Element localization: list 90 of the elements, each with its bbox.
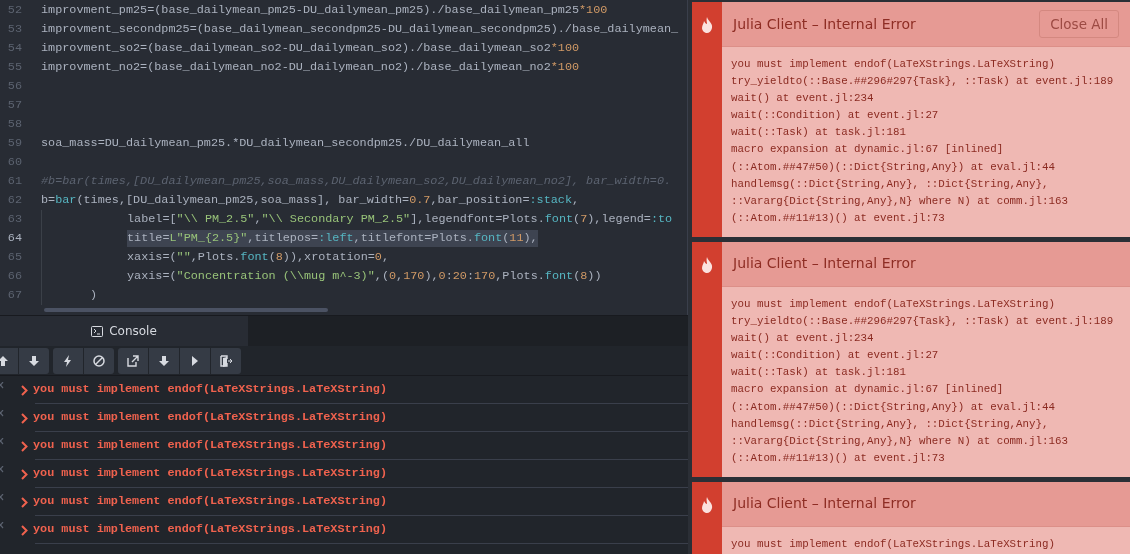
toolbar-button[interactable] [53,348,83,374]
chevron-icon [21,412,28,424]
line-number: 61 [6,172,22,190]
line-number: 53 [6,20,22,38]
error-message: you must implement endof(LaTeXStrings.LaTeXString) [33,521,387,539]
code-line: improvment_pm25=(base_dailymean_pm25-DU_dailymean_pm25)./base_dailymean_pm25*100 [41,1,608,19]
error-trace-line: (::Atom.##11#13)() at event.jl:73 [731,210,946,226]
line-number: 60 [6,153,22,171]
line-number: 64 [6,229,22,247]
code-line: b=bar(times,[DU_dailymean_pm25,soa_mass], bar_width=0.7,bar_position=:stack, [41,191,580,209]
code-line: #b=bar(times,[DU_dailymean_pm25,soa_mass,DU_dailymean_so2,DU_dailymean_no2], bar_width=0. [41,172,672,190]
error-trace-line: handlemsg(::Dict{String,Any}, ::Dict{String,Any}, [731,416,1050,432]
code-editor[interactable] [0,0,688,315]
error-message: you must implement endof(LaTeXStrings.LaTeXString) [33,381,387,399]
line-number: 66 [6,267,22,285]
close-icon[interactable] [0,493,4,501]
chevron-icon [21,440,28,452]
error-trace-line: wait() at event.jl:234 [731,91,875,107]
error-message: you must implement endof(LaTeXStrings.LaTeXString) [33,437,387,455]
code-line: soa_mass=DU_dailymean_pm25.*DU_dailymean_secondpm25./DU_dailymean_all [41,134,530,152]
error-trace-line: macro expansion at dynamic.jl:67 [inlined] [731,142,1005,158]
error-trace-line: (::Atom.##47#50)(::Dict{String,Any}) at eval.jl:44 [731,159,1056,175]
arrow-up-icon [0,355,9,367]
toolbar-button[interactable] [118,348,148,374]
toolbar-button[interactable] [19,348,49,374]
code-line: xaxis=("",Plots.font(8)),xrotation=0, [127,248,390,266]
line-number: 59 [6,134,22,152]
error-trace-line: ::Vararg{Dict{String,Any},N} where N) at comm.jl:163 [731,433,1069,449]
error-trace-line: (::Atom.##11#13)() at event.jl:73 [731,450,946,466]
close-icon[interactable] [0,409,4,417]
error-trace-line: (::Atom.##47#50)(::Dict{String,Any}) at eval.jl:44 [731,399,1056,415]
notification-title: Julia Client – Internal Error [733,494,916,514]
toolbar-button[interactable] [180,348,210,374]
close-icon[interactable] [0,521,4,529]
close-icon[interactable] [0,465,4,473]
error-trace-line: try_yieldto(::Base.##296#297{Task}, ::Task) at event.jl:189 [731,74,1115,90]
chevron-icon [21,384,28,396]
external-link-icon [127,355,139,367]
exit-icon [220,355,232,367]
scrollbar[interactable] [44,308,328,312]
code-line: improvment_so2=(base_dailymean_so2-DU_dailymean_so2)./base_dailymean_so2*100 [41,39,580,57]
line-number: 67 [6,286,22,304]
error-trace-line: wait(::Task) at task.jl:181 [731,365,907,381]
code-line: ) [90,286,98,304]
notification-title: Julia Client – Internal Error [733,14,916,34]
chevron-icon [21,524,28,536]
error-trace-line: macro expansion at dynamic.jl:67 [inlined] [731,382,1005,398]
error-trace-line: you must implement endof(LaTeXStrings.LaTeXString) [731,57,1056,72]
terminal-icon [91,325,104,337]
code-line: improvment_secondpm25=(base_dailymean_secondpm25-DU_dailymean_secondpm25)./base_dailymean_ [41,20,679,38]
error-trace-line: you must implement endof(LaTeXStrings.LaTeXString) [731,536,1056,552]
lightning-icon [62,355,74,367]
line-number: 63 [6,210,22,228]
toolbar-button[interactable] [211,348,241,374]
line-number: 58 [6,115,22,133]
close-icon[interactable] [0,437,4,445]
arrow-down-icon [158,355,170,367]
error-trace-line: handlemsg(::Dict{String,Any}, ::Dict{String,Any}, [731,176,1050,192]
close-icon[interactable] [0,381,4,389]
error-message: you must implement endof(LaTeXStrings.LaTeXString) [33,465,387,483]
clear-icon [93,355,105,367]
line-number: 56 [6,77,22,95]
flame-icon [701,256,713,273]
error-message: you must implement endof(LaTeXStrings.LaTeXString) [33,409,387,427]
error-trace-line: wait(::Condition) at event.jl:27 [731,108,940,124]
line-number: 65 [6,248,22,266]
error-message: you must implement endof(LaTeXStrings.LaTeXString) [33,493,387,511]
error-trace-line: try_yieldto(::Base.##296#297{Task}, ::Task) at event.jl:189 [731,314,1115,330]
code-line: yaxis=("Concentration (\\mug m^-3)",(0,170),0:20:170,Plots.font(8)) [127,267,602,285]
toolbar-button[interactable] [84,348,114,374]
chevron-icon [21,468,28,480]
line-number: 55 [6,58,22,76]
line-number: 52 [6,1,22,19]
error-trace-line: wait(::Condition) at event.jl:27 [731,348,940,364]
error-trace-line: wait(::Task) at task.jl:181 [731,125,907,141]
line-number: 62 [6,191,22,209]
flame-icon [701,17,713,33]
line-number: 57 [6,96,22,114]
error-trace-line: you must implement endof(LaTeXStrings.LaTeXString) [731,296,1056,312]
arrow-down-icon [28,355,40,367]
chevron-icon [21,496,28,508]
error-trace-line: ::Vararg{Dict{String,Any},N} where N) at comm.jl:163 [731,193,1069,209]
code-line: improvment_no2=(base_dailymean_no2-DU_dailymean_no2)./base_dailymean_no2*100 [41,58,580,76]
line-number: 54 [6,39,22,57]
toolbar-button[interactable] [149,348,179,374]
error-trace-line: wait() at event.jl:234 [731,331,875,347]
notification-title: Julia Client – Internal Error [733,254,916,274]
flame-icon [701,496,713,513]
console-tab[interactable]: Console [0,316,248,346]
code-line: label=["\\ PM_2.5","\\ Secondary PM_2.5"],legendfont=Plots.font(7),legend=:to [127,210,673,228]
